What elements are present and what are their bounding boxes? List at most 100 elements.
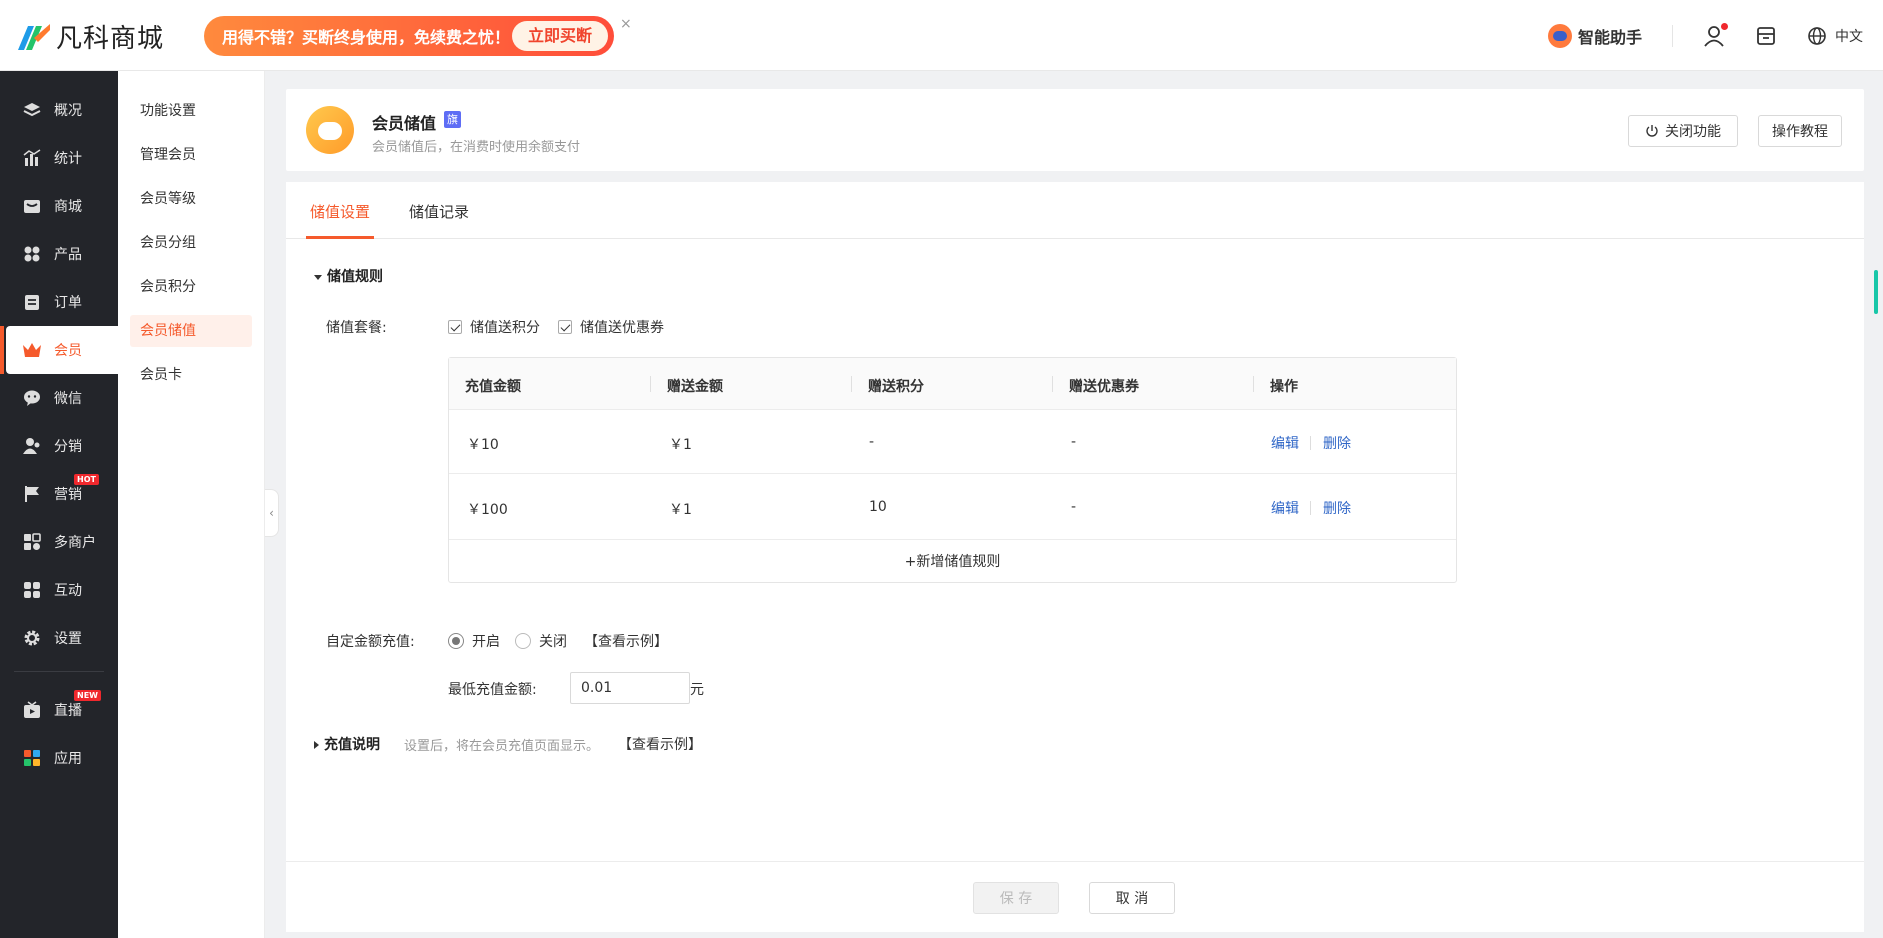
- sidebar-item-label: 多商户: [54, 535, 96, 551]
- column-header: 赠送优惠券: [1069, 379, 1139, 395]
- buyout-button[interactable]: 立即买断: [511, 21, 608, 51]
- custom-amount-off-radio[interactable]: 关闭: [515, 631, 567, 651]
- points-checkbox[interactable]: 储值送积分: [448, 317, 540, 337]
- scroll-indicator[interactable]: [1874, 270, 1878, 314]
- sidebar-item-wechat[interactable]: 微信: [0, 374, 118, 422]
- promo-text: 用得不错？买断终身使用，免续费之忧！: [222, 28, 511, 47]
- checkbox-checked-icon: [558, 320, 572, 334]
- edit-link[interactable]: 编辑: [1271, 433, 1299, 453]
- action-divider: [1310, 436, 1311, 450]
- sidebar-item-label: 会员: [54, 343, 82, 359]
- sidebar-item-settings[interactable]: 设置: [0, 614, 118, 662]
- interact-icon: [22, 580, 42, 600]
- cell-points: -: [869, 434, 875, 450]
- subnav-item-member-groups[interactable]: 会员分组: [130, 227, 252, 259]
- brand-logo[interactable]: 凡科商城: [14, 16, 164, 56]
- action-divider: [1310, 501, 1311, 515]
- sidebar-item-products[interactable]: 产品: [0, 230, 118, 278]
- instructions-example-link[interactable]: 【查看示例】: [618, 734, 702, 754]
- notification-dot: [1721, 23, 1728, 30]
- store-icon: [22, 196, 42, 216]
- sidebar-item-orders[interactable]: 订单: [0, 278, 118, 326]
- tv-icon: [22, 700, 42, 720]
- custom-amount-label: 自定金额充值:: [326, 634, 415, 650]
- cancel-button[interactable]: 取 消: [1089, 882, 1175, 914]
- radio-selected-icon: [448, 633, 464, 649]
- coupon-checkbox-label: 储值送优惠券: [580, 320, 664, 336]
- cell-amount: ￥10: [467, 437, 499, 453]
- caret-right-icon: [314, 741, 319, 749]
- edit-link[interactable]: 编辑: [1271, 498, 1299, 518]
- collapse-subnav-handle[interactable]: ‹: [265, 489, 279, 537]
- sidebar-item-stats[interactable]: 统计: [0, 134, 118, 182]
- sidebar-item-distribution[interactable]: 分销: [0, 422, 118, 470]
- close-feature-button[interactable]: 关闭功能: [1628, 115, 1738, 147]
- cell-bonus: ￥1: [669, 502, 692, 518]
- subnav-item-member-stored-value[interactable]: 会员储值: [130, 315, 252, 347]
- flag-icon: [22, 484, 42, 504]
- table-row: ￥10 ￥1 - - 编辑 删除: [449, 410, 1456, 474]
- promo-close-icon[interactable]: ×: [620, 16, 632, 32]
- sidebar-item-merchants[interactable]: 多商户: [0, 518, 118, 566]
- sidebar-item-marketing[interactable]: 营销 HOT: [0, 470, 118, 518]
- column-divider: [1253, 376, 1254, 392]
- sidebar-item-label: 应用: [54, 751, 82, 767]
- sidebar-item-members[interactable]: 会员: [0, 326, 118, 374]
- divider: [1672, 25, 1673, 47]
- coupon-checkbox[interactable]: 储值送优惠券: [558, 317, 664, 337]
- sidebar-item-label: 订单: [54, 295, 82, 311]
- save-label: 保 存: [999, 891, 1033, 907]
- wechat-icon: [22, 388, 42, 408]
- subnav-item-function-settings[interactable]: 功能设置: [130, 95, 252, 127]
- custom-amount-example-link[interactable]: 【查看示例】: [584, 631, 668, 651]
- sidebar-item-interaction[interactable]: 互动: [0, 566, 118, 614]
- instructions-section-toggle[interactable]: 充值说明: [314, 734, 380, 754]
- checkbox-checked-icon: [448, 320, 462, 334]
- subnav-item-member-card[interactable]: 会员卡: [130, 359, 252, 391]
- cell-coupon: -: [1071, 499, 1077, 515]
- subnav-item-member-points[interactable]: 会员积分: [130, 271, 252, 303]
- page-title: 会员储值: [372, 114, 437, 133]
- rules-table: 充值金额 赠送金额 赠送积分 赠送优惠券 操作 ￥10 ￥1 - - 编辑 删除…: [448, 357, 1457, 583]
- column-header: 操作: [1270, 379, 1298, 395]
- delete-link[interactable]: 删除: [1323, 498, 1351, 518]
- currency-unit: 元: [690, 682, 704, 698]
- add-rule-button[interactable]: +新增储值规则: [449, 541, 1456, 583]
- clipboard-icon: [22, 292, 42, 312]
- feature-header-card: 会员储值 旗 会员储值后，在消费时使用余额支付 关闭功能 操作教程: [286, 89, 1864, 171]
- min-amount-input[interactable]: [570, 672, 690, 704]
- tab-stored-value-records[interactable]: 储值记录: [409, 201, 469, 222]
- sidebar-item-store[interactable]: 商城: [0, 182, 118, 230]
- sidebar-item-label: 分销: [54, 439, 82, 455]
- assistant-label: 智能助手: [1577, 28, 1642, 47]
- sidebar-item-label: 统计: [54, 151, 82, 167]
- custom-amount-on-radio[interactable]: 开启: [448, 631, 500, 651]
- sidebar-item-apps[interactable]: 应用: [0, 734, 118, 782]
- tab-bar: 储值设置 储值记录: [286, 182, 1864, 239]
- form-footer: 保 存 取 消: [286, 861, 1864, 932]
- language-switch[interactable]: 中文: [1807, 26, 1863, 46]
- promo-banner[interactable]: 用得不错？买断终身使用，免续费之忧！ 立即买断: [204, 16, 614, 56]
- table-header: 充值金额 赠送金额 赠送积分 赠送优惠券 操作: [449, 358, 1456, 410]
- caret-down-icon: [314, 274, 322, 280]
- top-right-tools: 智能助手 中文: [1518, 20, 1863, 52]
- assistant-button[interactable]: 智能助手: [1547, 24, 1642, 48]
- save-button[interactable]: 保 存: [973, 882, 1059, 914]
- points-checkbox-label: 储值送积分: [470, 320, 540, 336]
- subnav-item-member-levels[interactable]: 会员等级: [130, 183, 252, 215]
- close-feature-label: 关闭功能: [1665, 124, 1721, 140]
- user-icon[interactable]: [1703, 23, 1728, 47]
- delete-link[interactable]: 删除: [1323, 433, 1351, 453]
- language-label: 中文: [1835, 29, 1863, 45]
- tab-stored-value-settings[interactable]: 储值设置: [310, 201, 370, 222]
- instructions-description: 设置后，将在会员充值页面显示。: [404, 739, 600, 754]
- sidebar-item-overview[interactable]: 概况: [0, 86, 118, 134]
- shop-icon[interactable]: [1755, 25, 1777, 47]
- brand-name: 凡科商城: [56, 23, 165, 54]
- subnav-item-manage-members[interactable]: 管理会员: [130, 139, 252, 171]
- rules-section-toggle[interactable]: 储值规则: [314, 266, 383, 286]
- sidebar-item-live[interactable]: 直播 NEW: [0, 686, 118, 734]
- apps-icon: [22, 748, 42, 768]
- tutorial-button[interactable]: 操作教程: [1758, 115, 1842, 147]
- tutorial-label: 操作教程: [1772, 124, 1828, 140]
